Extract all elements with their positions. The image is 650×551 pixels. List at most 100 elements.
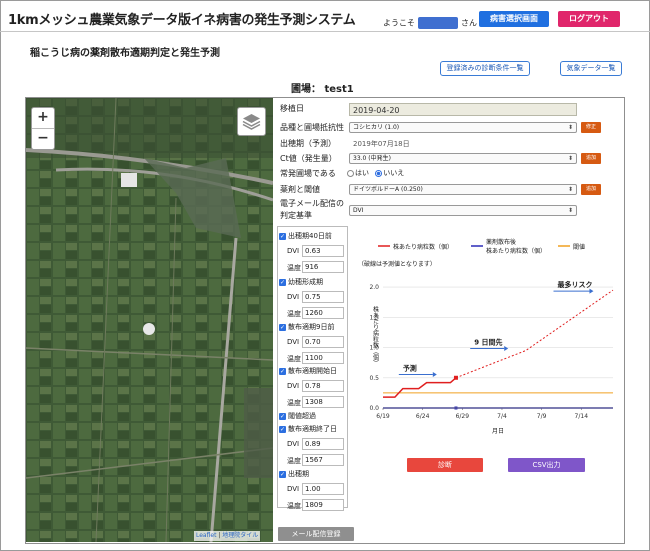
field-title: 圃場： test1 xyxy=(291,84,354,95)
check-label: 散布適期開始日 xyxy=(288,367,337,375)
legend-label: 株あたり病粒数（個） xyxy=(486,247,546,255)
email-criterion-select[interactable]: DVI ⬍ xyxy=(349,205,577,216)
annotation-label: 予測 xyxy=(403,364,417,373)
x-tick-label: 6/29 xyxy=(456,413,470,420)
csv-export-button[interactable]: CSV出力 xyxy=(508,458,585,472)
diagnose-button[interactable]: 診断 xyxy=(407,458,483,472)
user-name-badge xyxy=(418,17,458,29)
temp-label: 温度 xyxy=(287,310,301,318)
header-divider xyxy=(0,31,650,32)
check-item[interactable]: ✓ 幼穂形成期 xyxy=(279,277,323,287)
y-axis-label: 株あたり病粒数（個） xyxy=(372,305,379,366)
frequent-yes-radio[interactable] xyxy=(347,169,354,177)
variety-value: コシヒカリ (1.0) xyxy=(353,124,400,131)
check-label: 出穂期 xyxy=(288,470,309,478)
dvi-input[interactable]: 0.75 xyxy=(302,291,344,303)
x-axis-label: 月日 xyxy=(492,428,504,435)
temp-input[interactable]: 1567 xyxy=(302,454,344,466)
temp-label: 温度 xyxy=(287,457,301,465)
heading-value: 2019年07月18日 xyxy=(353,140,410,148)
chart-note: （破線は予測値となります） xyxy=(358,260,436,268)
chemical-add-button[interactable]: 追加 xyxy=(581,184,601,195)
app-title: 1kmメッシュ農業気象データ版イネ病害の発生予測システム xyxy=(8,13,356,28)
y-tick-label: 2.0 xyxy=(369,284,379,291)
weather-data-button[interactable]: 気象データ一覧 xyxy=(560,61,622,76)
check-item[interactable]: ✓ 散布適期終了日 xyxy=(279,424,337,434)
variety-select[interactable]: コシヒカリ (1.0) ⬍ xyxy=(349,122,577,133)
satellite-map[interactable] xyxy=(26,98,273,542)
dvi-input[interactable]: 0.78 xyxy=(302,380,344,392)
temp-label: 温度 xyxy=(287,355,301,363)
x-tick-label: 6/19 xyxy=(376,413,390,420)
arrow-head-icon xyxy=(504,346,509,352)
check-label: 閾値超過 xyxy=(288,412,316,420)
layers-icon xyxy=(242,114,261,130)
transplant-date-input[interactable]: 2019-04-20 xyxy=(349,103,577,116)
chevron-down-icon: ⬍ xyxy=(567,186,573,193)
email-label-1: 電子メール配信の xyxy=(280,199,344,208)
check-item[interactable]: ✓ 出穂期40日前 xyxy=(279,231,332,241)
ct-value: 33.0 (中発生) xyxy=(353,155,391,162)
observed-series-line xyxy=(383,377,457,398)
leaflet-link[interactable]: Leaflet xyxy=(196,532,216,539)
dvi-input[interactable]: 0.70 xyxy=(302,336,344,348)
ct-label: Ct値（発生量） xyxy=(280,154,337,163)
zoom-out-button[interactable]: − xyxy=(32,128,54,149)
map-imagery xyxy=(26,98,273,542)
ct-select[interactable]: 33.0 (中発生) ⬍ xyxy=(349,153,577,164)
temp-input[interactable]: 916 xyxy=(302,261,344,273)
arrow-head-icon xyxy=(432,372,437,378)
transplant-label: 移植日 xyxy=(280,104,304,113)
dvi-label: DVI xyxy=(287,293,300,301)
chevron-down-icon: ⬍ xyxy=(567,155,573,162)
legend-label: 閾値 xyxy=(573,243,585,251)
frequent-no-radio[interactable] xyxy=(375,169,383,177)
temp-input[interactable]: 1100 xyxy=(302,352,344,364)
checkbox-icon: ✓ xyxy=(279,412,286,420)
email-criterion-value: DVI xyxy=(353,207,364,214)
check-item[interactable]: ✓ 散布適期9日前 xyxy=(279,322,334,332)
checkbox-icon: ✓ xyxy=(279,425,286,433)
dvi-input[interactable]: 0.63 xyxy=(302,245,344,257)
disease-select-button[interactable]: 病害選択画面 xyxy=(479,11,549,27)
check-item[interactable]: ✓ 閾値超過 xyxy=(279,411,316,421)
check-label: 散布適期終了日 xyxy=(288,425,337,433)
registered-conditions-button[interactable]: 登録済みの診断条件一覧 xyxy=(440,61,530,76)
check-item[interactable]: ✓ 出穂期 xyxy=(279,469,309,479)
chevron-down-icon: ⬍ xyxy=(567,124,573,131)
temp-input[interactable]: 1260 xyxy=(302,307,344,319)
dvi-label: DVI xyxy=(287,440,300,448)
predicted-series-line xyxy=(455,289,614,379)
ct-add-button[interactable]: 追加 xyxy=(581,153,601,164)
checkbox-icon: ✓ xyxy=(279,367,286,375)
layers-button[interactable] xyxy=(237,107,266,136)
zoom-in-button[interactable]: + xyxy=(32,108,54,128)
dvi-input[interactable]: 0.89 xyxy=(302,438,344,450)
y-tick-label: 0.0 xyxy=(369,405,379,412)
check-item[interactable]: ✓ 散布適期開始日 xyxy=(279,366,337,376)
tiles-link[interactable]: 地理院タイル xyxy=(222,532,258,539)
legend-label: 株あたり病粒数（個） xyxy=(393,243,453,251)
temp-input[interactable]: 1308 xyxy=(302,396,344,408)
y-tick-label: 0.5 xyxy=(369,375,379,382)
temp-label: 温度 xyxy=(287,502,301,510)
x-tick-label: 7/9 xyxy=(537,413,547,420)
checkbox-icon: ✓ xyxy=(279,232,286,240)
welcome-suffix: さん xyxy=(461,18,477,28)
x-tick-label: 6/24 xyxy=(416,413,430,420)
dvi-input[interactable]: 1.00 xyxy=(302,483,344,495)
dvi-label: DVI xyxy=(287,247,300,255)
temp-label: 温度 xyxy=(287,399,301,407)
logout-button[interactable]: ログアウト xyxy=(558,11,620,27)
x-tick-label: 7/4 xyxy=(497,413,507,420)
map-zoom-control: + − xyxy=(31,107,55,150)
chemical-label: 薬剤と閾値 xyxy=(280,185,320,194)
email-register-button[interactable]: メール配信登録 xyxy=(278,527,354,541)
temp-input[interactable]: 1809 xyxy=(302,499,344,511)
page-subtitle: 稲こうじ病の薬剤散布適期判定と発生予測 xyxy=(30,48,220,59)
variety-edit-button[interactable]: 修正 xyxy=(581,122,601,133)
checkbox-icon: ✓ xyxy=(279,278,286,286)
welcome-text: ようこそ さん xyxy=(383,17,477,29)
chemical-select[interactable]: ドイツボルドーA (0.250) ⬍ xyxy=(349,184,577,195)
x-tick-label: 7/14 xyxy=(575,413,589,420)
